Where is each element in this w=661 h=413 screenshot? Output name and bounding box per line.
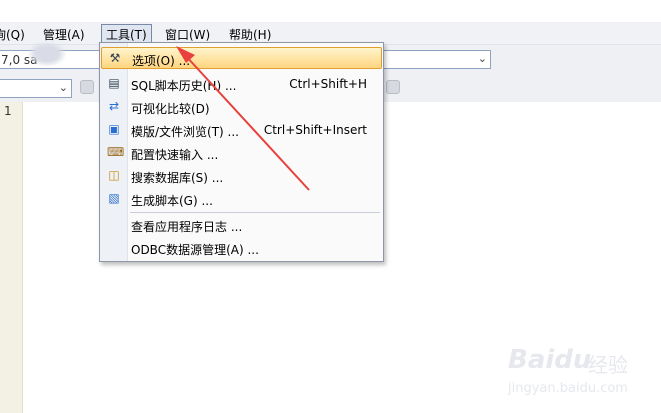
baidu-watermark: Baidu 经验 jingyan.baidu.com [508, 343, 648, 403]
watermark-url: jingyan.baidu.com [508, 381, 628, 396]
watermark-cn: 经验 [588, 353, 628, 377]
watermark-brand: Baidu [508, 345, 592, 375]
